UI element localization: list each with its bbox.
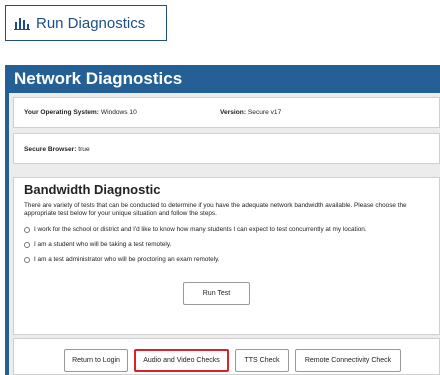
run-test-button[interactable]: Run Test <box>183 282 250 305</box>
bandwidth-title: Bandwidth Diagnostic <box>24 182 161 197</box>
version-value: Secure v17 <box>247 109 282 116</box>
os-info-card: Your Operating System: Windows 10 Versio… <box>13 97 440 128</box>
remote-connectivity-check-button[interactable]: Remote Connectivity Check <box>295 349 401 372</box>
run-diagnostics-button[interactable]: Run Diagnostics <box>5 5 167 41</box>
secure-browser-info: Secure Browser: true <box>24 146 90 153</box>
version-label: Version: <box>220 109 247 116</box>
network-diagnostics-panel: Network Diagnostics Your Operating Syste… <box>5 65 440 375</box>
os-value: Windows 10 <box>100 109 137 116</box>
version-info: Version: Secure v17 <box>220 109 281 116</box>
radio-button[interactable] <box>24 241 30 248</box>
option-label: I work for the school or district and I'… <box>34 226 367 233</box>
panel-title: Network Diagnostics <box>14 69 183 88</box>
option-school-district[interactable]: I work for the school or district and I'… <box>24 226 367 233</box>
bandwidth-diagnostic-card: Bandwidth Diagnostic There are variety o… <box>13 177 440 335</box>
os-label: Your Operating System: <box>24 109 99 116</box>
return-to-login-button[interactable]: Return to Login <box>64 349 128 372</box>
panel-body: Your Operating System: Windows 10 Versio… <box>9 93 440 375</box>
footer-bar: Return to Login Audio and Video Checks T… <box>13 338 440 375</box>
bar-chart-icon <box>14 16 30 30</box>
option-label: I am a test administrator who will be pr… <box>34 256 220 263</box>
secure-browser-value: true <box>78 146 90 153</box>
audio-video-checks-button[interactable]: Audio and Video Checks <box>134 349 229 372</box>
bandwidth-description: There are variety of tests that can be c… <box>24 202 407 217</box>
option-student[interactable]: I am a student who will be taking a test… <box>24 241 171 248</box>
secure-browser-card: Secure Browser: true <box>13 133 440 164</box>
os-info: Your Operating System: Windows 10 <box>24 109 137 116</box>
radio-button[interactable] <box>24 226 30 233</box>
option-test-administrator[interactable]: I am a test administrator who will be pr… <box>24 256 220 263</box>
option-label: I am a student who will be taking a test… <box>34 241 172 248</box>
radio-button[interactable] <box>24 256 30 263</box>
secure-browser-label: Secure Browser: <box>24 146 77 153</box>
tts-check-button[interactable]: TTS Check <box>235 349 289 372</box>
run-diagnostics-label: Run Diagnostics <box>36 14 146 32</box>
